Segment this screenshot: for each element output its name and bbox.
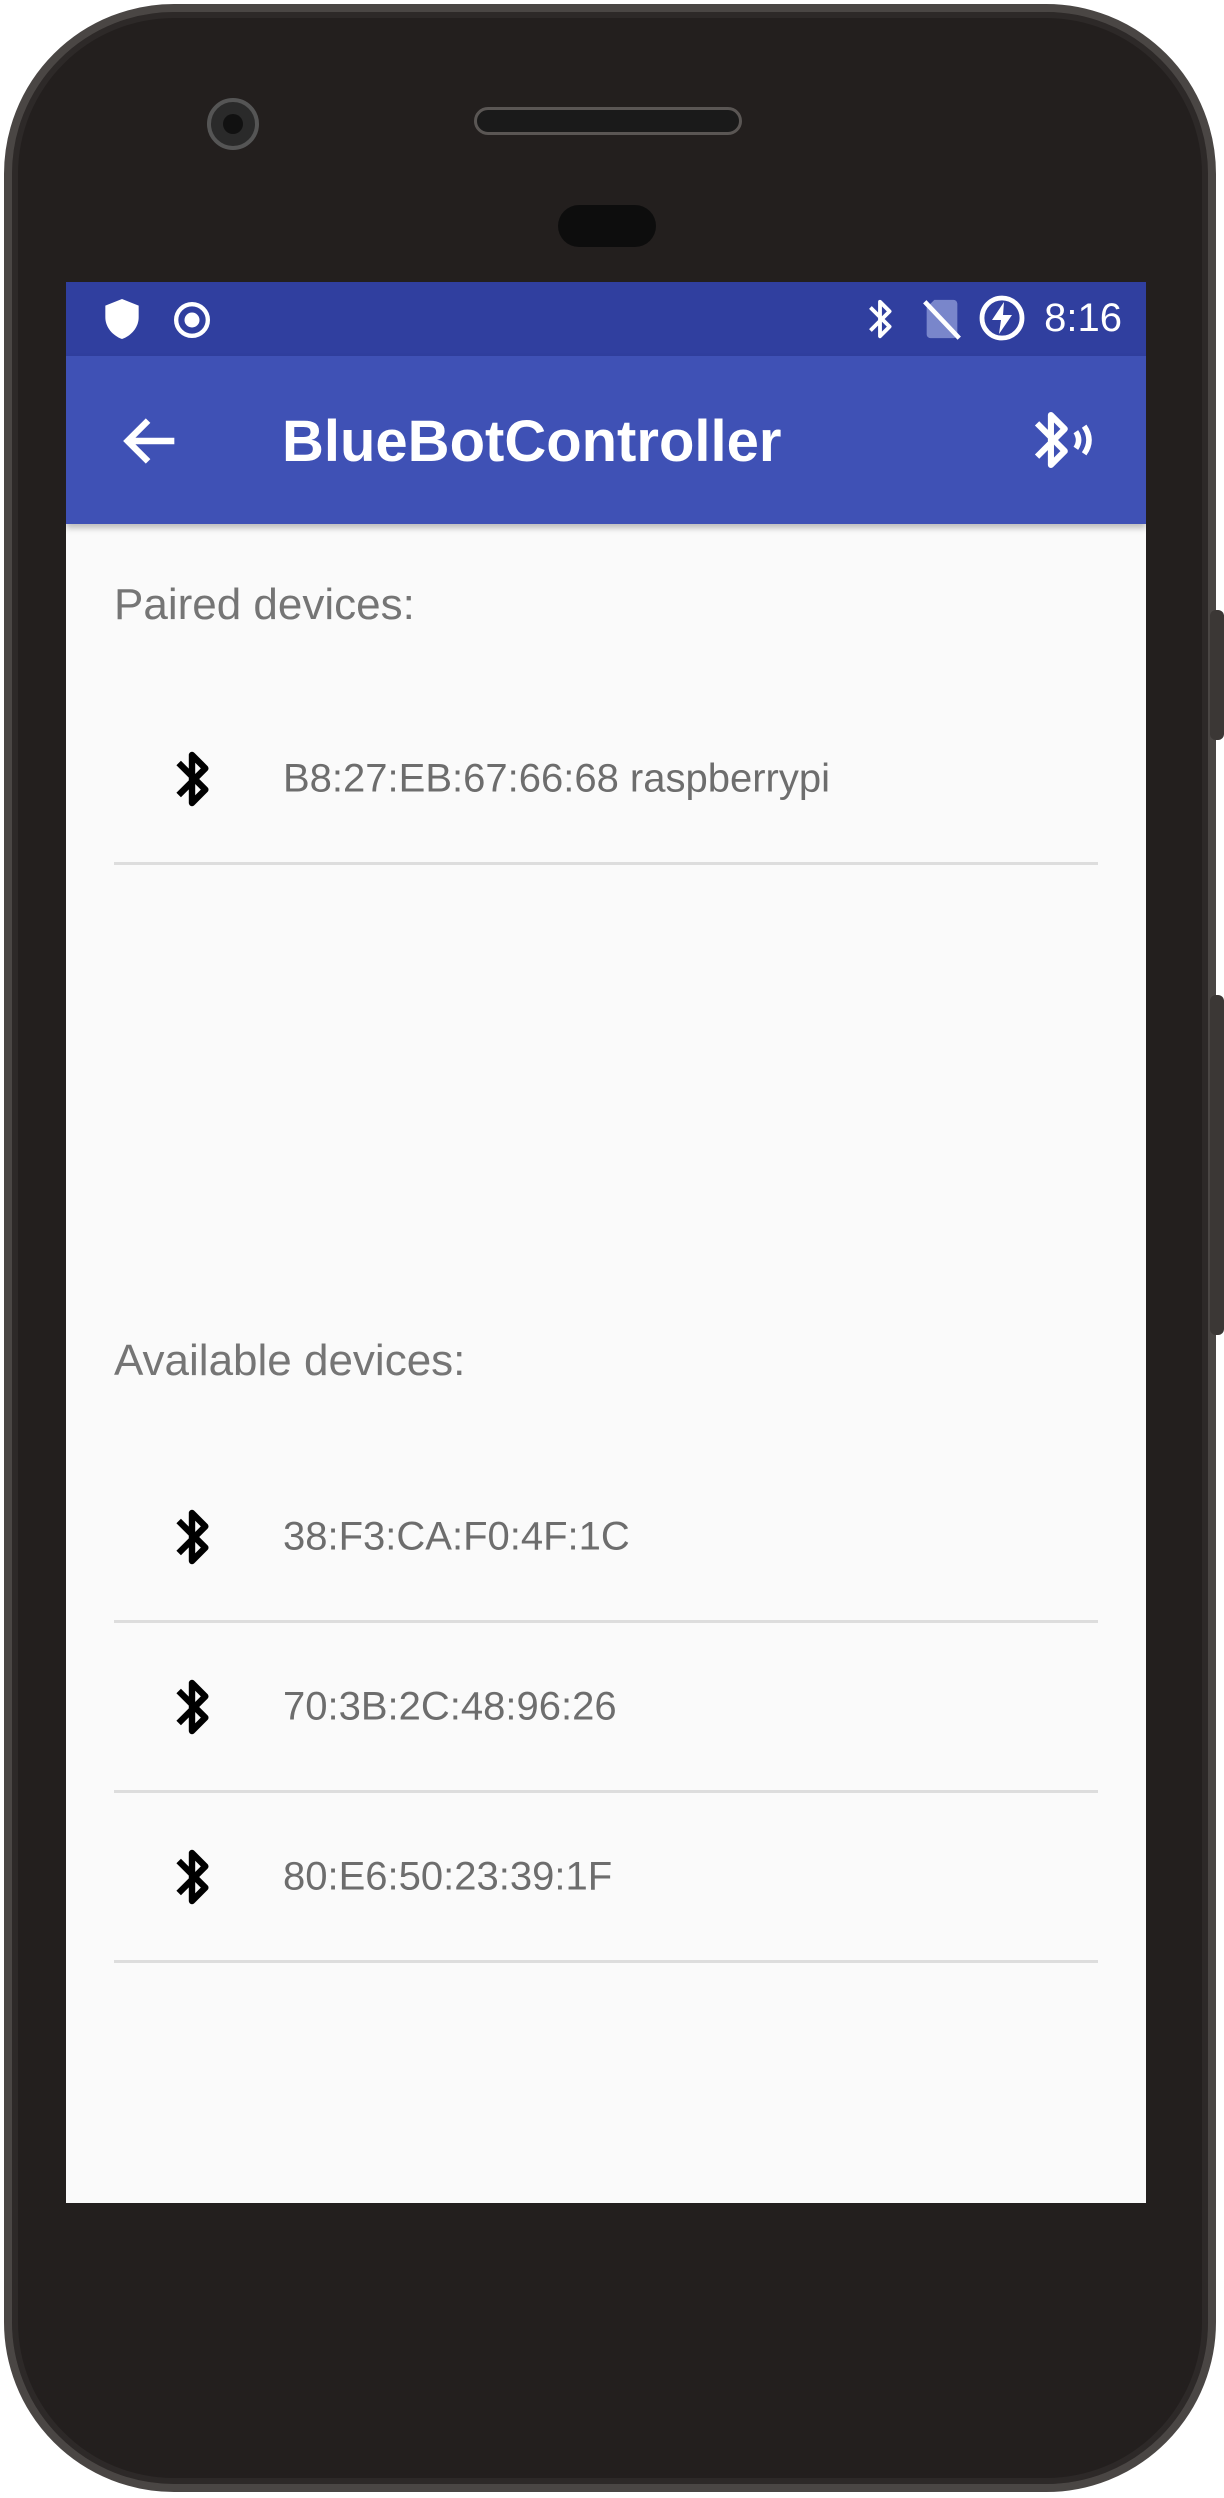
target-icon xyxy=(172,300,212,345)
power-button xyxy=(1210,610,1224,740)
volume-button xyxy=(1210,995,1224,1335)
bluetooth-searching-icon[interactable] xyxy=(1026,404,1098,476)
app-screen: 8:16 BlueBotController Paired devices: B… xyxy=(66,282,1146,2203)
bluetooth-icon xyxy=(162,747,222,811)
status-time: 8:16 xyxy=(1044,296,1122,340)
device-name: 38:F3:CA:F0:4F:1C xyxy=(283,1514,630,1558)
battery-charging-icon xyxy=(978,294,1026,347)
app-title: BlueBotController xyxy=(282,409,782,474)
available-devices-label: Available devices: xyxy=(114,1336,466,1385)
device-name: B8:27:EB:67:66:68 raspberrypi xyxy=(283,756,831,800)
front-camera xyxy=(207,98,259,150)
bluetooth-icon xyxy=(162,1675,222,1739)
arrow-back-icon[interactable] xyxy=(116,406,186,476)
available-device-item[interactable]: 70:3B:2C:48:96:26 xyxy=(114,1623,1098,1793)
paired-device-item[interactable]: B8:27:EB:67:66:68 raspberrypi xyxy=(114,695,1098,865)
available-device-item[interactable]: 38:F3:CA:F0:4F:1C xyxy=(114,1453,1098,1623)
available-device-item[interactable]: 80:E6:50:23:39:1F xyxy=(114,1793,1098,1963)
status-bar: 8:16 xyxy=(66,282,1146,356)
bluetooth-icon xyxy=(162,1505,222,1569)
device-name: 80:E6:50:23:39:1F xyxy=(283,1854,613,1898)
earpiece-speaker xyxy=(474,107,742,135)
app-bar: BlueBotController xyxy=(66,356,1146,524)
device-name: 70:3B:2C:48:96:26 xyxy=(283,1684,617,1728)
no-sim-icon xyxy=(922,296,962,347)
proximity-sensor xyxy=(558,205,656,247)
paired-devices-label: Paired devices: xyxy=(114,580,415,629)
bluetooth-icon xyxy=(162,1845,222,1909)
shield-icon xyxy=(102,297,142,346)
bluetooth-icon xyxy=(862,296,898,347)
